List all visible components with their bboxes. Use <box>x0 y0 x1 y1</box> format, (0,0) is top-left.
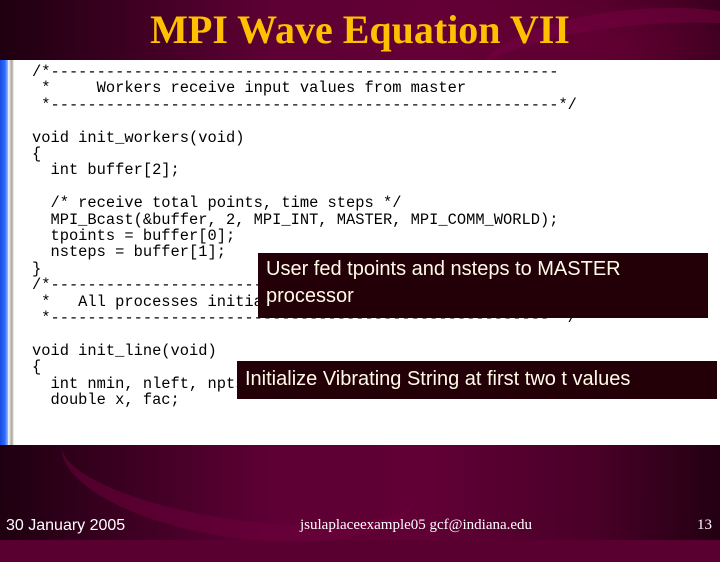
page-number: 13 <box>697 517 712 533</box>
code-line: MPI_Bcast(&buffer, 2, MPI_INT, MASTER, M… <box>32 210 559 229</box>
code-line: tpoints = buffer[0]; <box>32 227 236 246</box>
code-listing: /*--------------------------------------… <box>32 64 577 409</box>
code-line: int buffer[2]; <box>32 161 180 180</box>
code-line: /*--------------------------------------… <box>32 63 559 81</box>
slide-title: MPI Wave Equation VII <box>150 7 570 52</box>
code-line: { <box>32 358 42 377</box>
callout-init-string: Initialize Vibrating String at first two… <box>237 361 717 399</box>
editor-left-edge <box>0 60 14 445</box>
code-line: *---------------------------------------… <box>32 95 577 114</box>
code-line: /* receive total points, time steps */ <box>32 194 402 213</box>
code-line: { <box>32 145 42 164</box>
code-line: } <box>32 259 42 278</box>
callout-user-fed: User fed tpoints and nsteps to MASTER pr… <box>258 253 708 318</box>
footer-source: jsulaplaceexample05 gcf@indiana.edu <box>300 517 533 533</box>
footer-date: 30 January 2005 <box>6 517 126 534</box>
code-line: * Workers receive input values from mast… <box>32 79 467 98</box>
code-line: void init_line(void) <box>32 341 217 360</box>
code-line: nsteps = buffer[1]; <box>32 243 226 262</box>
code-line: double x, fac; <box>32 391 180 410</box>
code-line: void init_workers(void) <box>32 128 245 147</box>
